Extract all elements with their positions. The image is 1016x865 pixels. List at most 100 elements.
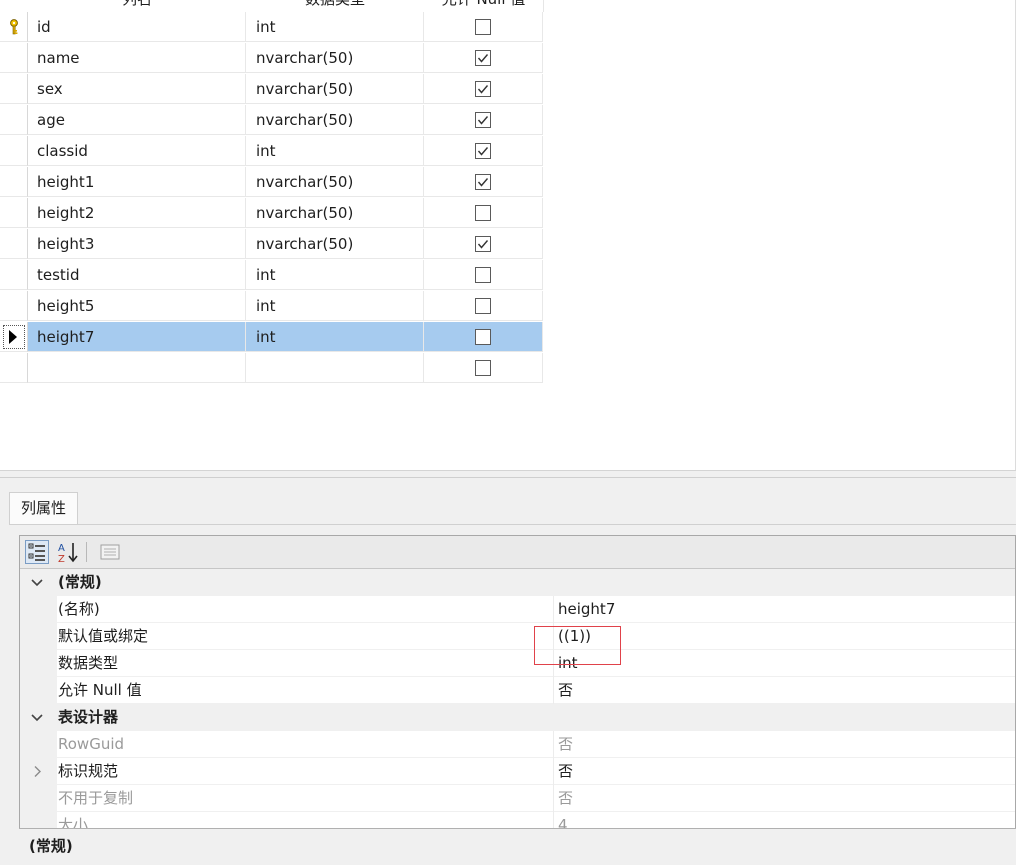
property-value[interactable]: 否: [558, 758, 573, 785]
data-type-cell[interactable]: nvarchar(50): [246, 74, 424, 104]
row-selector[interactable]: [0, 198, 28, 228]
property-row[interactable]: 允许 Null 值 否: [20, 677, 1015, 704]
allow-null-checkbox[interactable]: [475, 112, 491, 128]
allow-null-checkbox[interactable]: [475, 143, 491, 159]
data-type-cell[interactable]: int: [246, 322, 424, 352]
allow-null-checkbox[interactable]: [475, 329, 491, 345]
row-selector[interactable]: [0, 322, 28, 352]
table-row[interactable]: height3 nvarchar(50): [0, 229, 543, 260]
allow-null-checkbox[interactable]: [475, 81, 491, 97]
header-allow-null[interactable]: 允许 Null 值: [424, 0, 544, 12]
column-name-cell[interactable]: [28, 353, 246, 383]
property-pages-button[interactable]: [98, 540, 122, 564]
row-selector[interactable]: [0, 12, 28, 42]
property-row[interactable]: RowGuid 否: [20, 731, 1015, 758]
table-row[interactable]: classid int: [0, 136, 543, 167]
allow-null-checkbox[interactable]: [475, 174, 491, 190]
row-selector[interactable]: [0, 260, 28, 290]
column-name-cell[interactable]: name: [28, 43, 246, 73]
property-grid: (常规) (名称) height7 默认值或绑定 ((1)) 数据类型 int 允许 Null…: [20, 569, 1015, 846]
table-row[interactable]: [0, 353, 543, 384]
header-column-name[interactable]: 列名: [28, 0, 247, 12]
header-data-type[interactable]: 数据类型: [246, 0, 425, 12]
row-selector[interactable]: [0, 353, 28, 383]
property-row[interactable]: 不用于复制 否: [20, 785, 1015, 812]
property-divider[interactable]: [553, 677, 554, 704]
property-divider[interactable]: [553, 650, 554, 677]
row-selector[interactable]: [0, 105, 28, 135]
column-name-cell[interactable]: height1: [28, 167, 246, 197]
row-selector[interactable]: [0, 136, 28, 166]
categorized-view-button[interactable]: [25, 540, 49, 564]
column-name-cell[interactable]: height2: [28, 198, 246, 228]
property-row[interactable]: 数据类型 int: [20, 650, 1015, 677]
table-row[interactable]: id int: [0, 12, 543, 43]
property-divider[interactable]: [553, 623, 554, 650]
data-type-cell[interactable]: int: [246, 260, 424, 290]
column-name-cell[interactable]: sex: [28, 74, 246, 104]
category-expander[interactable]: [30, 704, 46, 731]
data-type-cell[interactable]: nvarchar(50): [246, 167, 424, 197]
property-margin: [20, 650, 57, 677]
allow-null-checkbox[interactable]: [475, 236, 491, 252]
property-margin: [20, 596, 57, 623]
data-type-cell[interactable]: int: [246, 12, 424, 42]
property-row[interactable]: 默认值或绑定 ((1)): [20, 623, 1015, 650]
data-type-cell[interactable]: nvarchar(50): [246, 198, 424, 228]
tab-column-properties[interactable]: 列属性: [9, 492, 78, 525]
data-type-cell[interactable]: [246, 353, 424, 383]
row-selector[interactable]: [0, 167, 28, 197]
row-selector[interactable]: [0, 74, 28, 104]
property-value[interactable]: int: [558, 650, 578, 677]
data-type-cell[interactable]: nvarchar(50): [246, 229, 424, 259]
property-toolbar: A Z: [20, 536, 1015, 569]
allow-null-checkbox[interactable]: [475, 19, 491, 35]
property-divider[interactable]: [553, 785, 554, 812]
allow-null-checkbox[interactable]: [475, 50, 491, 66]
column-name-cell[interactable]: age: [28, 105, 246, 135]
allow-null-checkbox[interactable]: [475, 267, 491, 283]
table-row[interactable]: height2 nvarchar(50): [0, 198, 543, 229]
property-value[interactable]: ((1)): [558, 623, 591, 650]
property-name: 标识规范: [58, 762, 119, 780]
allow-null-checkbox[interactable]: [475, 205, 491, 221]
row-selector[interactable]: [0, 43, 28, 73]
pane-splitter[interactable]: [0, 470, 1016, 478]
table-row[interactable]: age nvarchar(50): [0, 105, 543, 136]
property-divider[interactable]: [553, 758, 554, 785]
alphabetical-sort-button[interactable]: A Z: [56, 540, 80, 565]
row-selector[interactable]: [0, 291, 28, 321]
data-type-cell[interactable]: nvarchar(50): [246, 43, 424, 73]
table-row[interactable]: height7 int: [0, 322, 543, 353]
category-expander[interactable]: [30, 569, 46, 596]
allow-null-checkbox[interactable]: [475, 360, 491, 376]
data-type-cell[interactable]: int: [246, 291, 424, 321]
column-name-cell[interactable]: classid: [28, 136, 246, 166]
row-selector[interactable]: [0, 229, 28, 259]
column-name-cell[interactable]: height7: [28, 322, 246, 352]
data-type-cell[interactable]: nvarchar(50): [246, 105, 424, 135]
property-divider[interactable]: [553, 596, 554, 623]
column-name-cell[interactable]: height5: [28, 291, 246, 321]
property-category[interactable]: (常规): [20, 569, 1015, 596]
property-value[interactable]: height7: [558, 596, 615, 623]
property-expander[interactable]: [30, 758, 46, 785]
table-row[interactable]: name nvarchar(50): [0, 43, 543, 74]
table-row[interactable]: testid int: [0, 260, 543, 291]
property-category[interactable]: 表设计器: [20, 704, 1015, 731]
property-divider[interactable]: [553, 731, 554, 758]
column-name-cell[interactable]: height3: [28, 229, 246, 259]
property-value[interactable]: 否: [558, 785, 573, 812]
table-row[interactable]: height1 nvarchar(50): [0, 167, 543, 198]
allow-null-cell: [424, 167, 543, 197]
table-row[interactable]: height5 int: [0, 291, 543, 322]
property-row[interactable]: 标识规范 否: [20, 758, 1015, 785]
data-type-cell[interactable]: int: [246, 136, 424, 166]
property-value[interactable]: 否: [558, 731, 573, 758]
column-name-cell[interactable]: testid: [28, 260, 246, 290]
property-row[interactable]: (名称) height7: [20, 596, 1015, 623]
allow-null-checkbox[interactable]: [475, 298, 491, 314]
column-name-cell[interactable]: id: [28, 12, 246, 42]
table-row[interactable]: sex nvarchar(50): [0, 74, 543, 105]
property-value[interactable]: 否: [558, 677, 573, 704]
